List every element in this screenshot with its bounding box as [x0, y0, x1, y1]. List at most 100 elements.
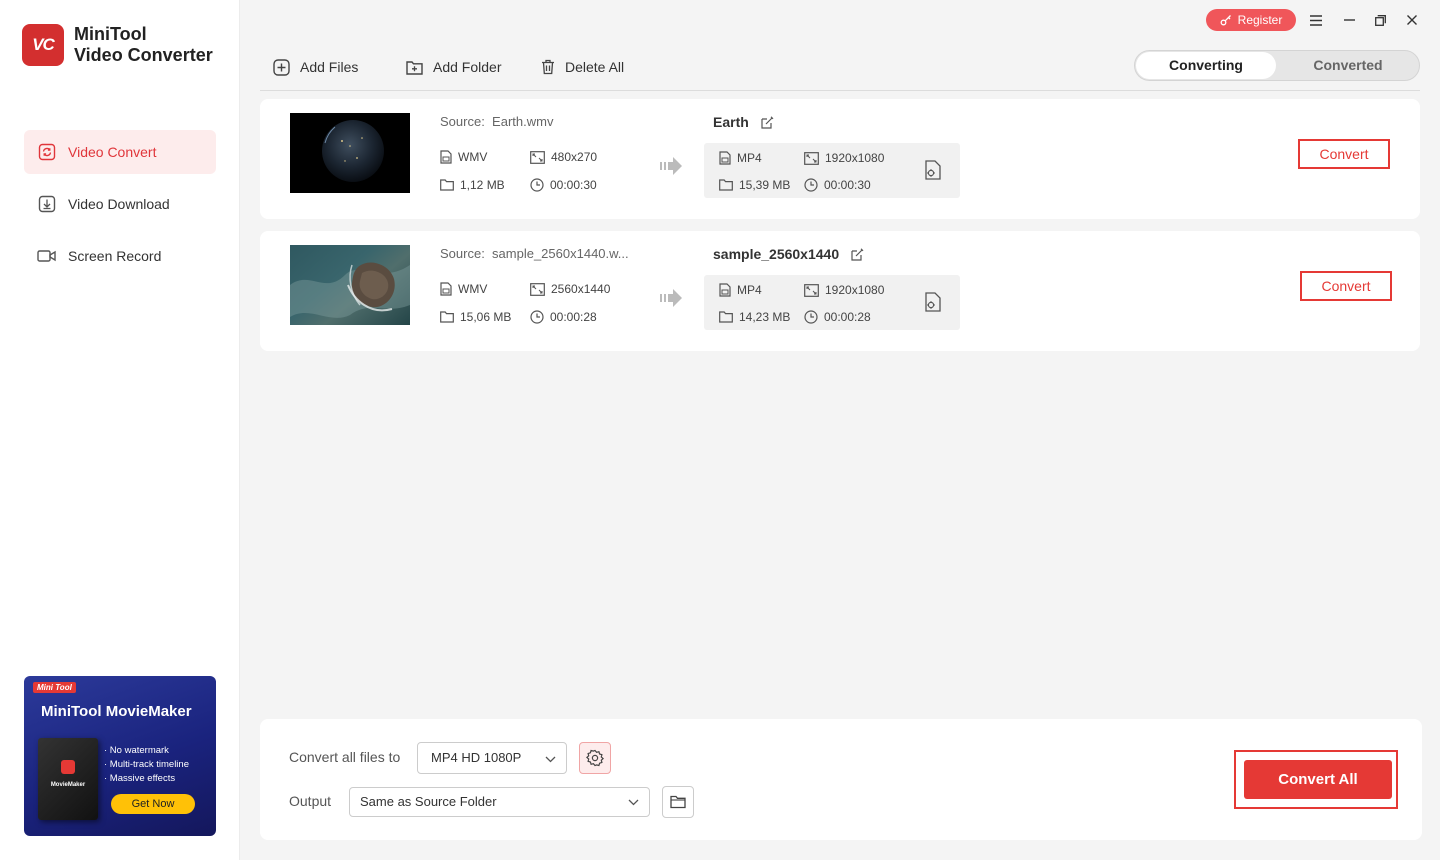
convert-all-button[interactable]: Convert All [1244, 760, 1392, 799]
ad-title: MiniTool MovieMaker [41, 703, 192, 720]
file-format-icon [440, 282, 452, 296]
format-settings-button[interactable] [579, 742, 611, 774]
folder-icon [719, 311, 733, 323]
target-format: MP4 [719, 151, 762, 165]
ad-box-name: MovieMaker [50, 782, 86, 788]
target-format-value: MP4 [737, 283, 762, 297]
convert-button[interactable]: Convert [1298, 139, 1390, 169]
source-size-value: 1,12 MB [460, 178, 505, 192]
key-icon [1220, 14, 1232, 26]
source-resolution-value: 2560x1440 [551, 282, 611, 296]
target-format: MP4 [719, 283, 762, 297]
convert-button[interactable]: Convert [1300, 271, 1392, 301]
gear-icon [586, 749, 604, 767]
app-name-line1: MiniTool [74, 24, 147, 44]
target-resolution: 1920x1080 [804, 151, 884, 165]
minimize-icon[interactable] [1341, 12, 1357, 28]
register-button[interactable]: Register [1206, 9, 1296, 31]
target-size: 15,39 MB [719, 178, 790, 192]
add-folder-button[interactable]: Add Folder [406, 57, 501, 77]
camera-icon [37, 246, 57, 266]
chevron-down-icon [628, 788, 639, 816]
source-size: 15,06 MB [440, 310, 511, 324]
sidebar-item-label: Screen Record [68, 248, 162, 264]
browse-folder-button[interactable] [662, 786, 694, 818]
sidebar-item-video-convert[interactable]: Video Convert [24, 130, 216, 174]
file-card: Source: Earth.wmv WMV 480x270 1,12 MB 00… [260, 99, 1420, 219]
target-name: Earth [713, 114, 774, 130]
sidebar-item-video-download[interactable]: Video Download [24, 182, 216, 226]
target-settings: MP4 1920x1080 15,39 MB 00:00:30 [704, 143, 960, 198]
source-resolution: 480x270 [530, 150, 597, 164]
download-icon [37, 194, 57, 214]
source-duration: 00:00:30 [530, 178, 597, 192]
convert-all-to-label: Convert all files to [289, 749, 401, 765]
output-format-select[interactable]: MP4 HD 1080P [417, 742, 567, 774]
clock-icon [804, 178, 818, 192]
source-filename: sample_2560x1440.w... [492, 246, 629, 261]
video-thumbnail [290, 113, 410, 193]
source-duration-value: 00:00:28 [550, 310, 597, 324]
target-duration-value: 00:00:30 [824, 178, 871, 192]
add-folder-icon [406, 60, 423, 75]
resolution-icon [530, 150, 545, 164]
output-format-value: MP4 HD 1080P [431, 750, 522, 765]
output-settings-icon[interactable] [924, 292, 942, 312]
menu-icon[interactable] [1308, 12, 1324, 28]
close-icon[interactable] [1404, 12, 1420, 28]
target-filename: Earth [713, 114, 749, 130]
resolution-icon [804, 151, 819, 165]
clock-icon [530, 178, 544, 192]
file-card: Source: sample_2560x1440.w... WMV 2560x1… [260, 231, 1420, 351]
target-name: sample_2560x1440 [713, 246, 864, 262]
source-format: WMV [440, 282, 487, 296]
target-resolution-value: 1920x1080 [825, 151, 885, 165]
convert-icon [37, 142, 57, 162]
add-files-button[interactable]: Add Files [273, 57, 358, 77]
target-filename: sample_2560x1440 [713, 246, 840, 262]
edit-icon[interactable] [851, 247, 864, 261]
restore-icon[interactable] [1372, 12, 1388, 28]
get-now-button[interactable]: Get Now [111, 794, 195, 814]
resolution-icon [530, 282, 545, 296]
folder-open-icon [670, 795, 686, 809]
chevron-down-icon [545, 744, 556, 774]
output-label: Output [289, 793, 332, 809]
add-circle-icon [273, 58, 290, 76]
file-format-icon [719, 151, 731, 165]
moviemaker-box-image: MovieMaker [38, 738, 98, 820]
convert-arrow-icon [660, 157, 682, 175]
sidebar-item-screen-record[interactable]: Screen Record [24, 234, 216, 278]
source-duration: 00:00:28 [530, 310, 597, 324]
tab-converted[interactable]: Converted [1278, 52, 1418, 79]
convert-arrow-icon [660, 289, 682, 307]
source-info: Source: sample_2560x1440.w... [440, 246, 629, 261]
target-resolution-value: 1920x1080 [825, 283, 885, 297]
app-brand: VC MiniTool Video Converter [22, 24, 213, 66]
clock-icon [804, 310, 818, 324]
delete-all-button[interactable]: Delete All [541, 57, 624, 77]
target-settings: MP4 1920x1080 14,23 MB 00:00:28 [704, 275, 960, 330]
resolution-icon [804, 283, 819, 297]
source-size: 1,12 MB [440, 178, 505, 192]
delete-all-label: Delete All [565, 59, 625, 75]
sidebar-item-label: Video Convert [68, 144, 157, 160]
source-size-value: 15,06 MB [460, 310, 512, 324]
folder-icon [440, 179, 454, 191]
moviemaker-ad[interactable]: Mini Tool MiniTool MovieMaker MovieMaker… [24, 676, 216, 836]
target-size-value: 14,23 MB [739, 310, 791, 324]
add-folder-label: Add Folder [433, 59, 502, 75]
edit-icon[interactable] [761, 115, 774, 129]
ad-feature: · Multi-track timeline [104, 759, 189, 770]
output-settings-icon[interactable] [924, 160, 942, 180]
toolbar-divider [260, 90, 1420, 91]
app-name: MiniTool Video Converter [74, 24, 213, 66]
add-files-label: Add Files [300, 59, 359, 75]
output-folder-select[interactable]: Same as Source Folder [349, 787, 650, 817]
video-thumbnail [290, 245, 410, 325]
source-format-value: WMV [458, 282, 488, 296]
ad-feature: · Massive effects [104, 773, 176, 784]
folder-icon [719, 179, 733, 191]
tab-converting[interactable]: Converting [1136, 52, 1276, 79]
source-label: Source: [440, 114, 485, 129]
